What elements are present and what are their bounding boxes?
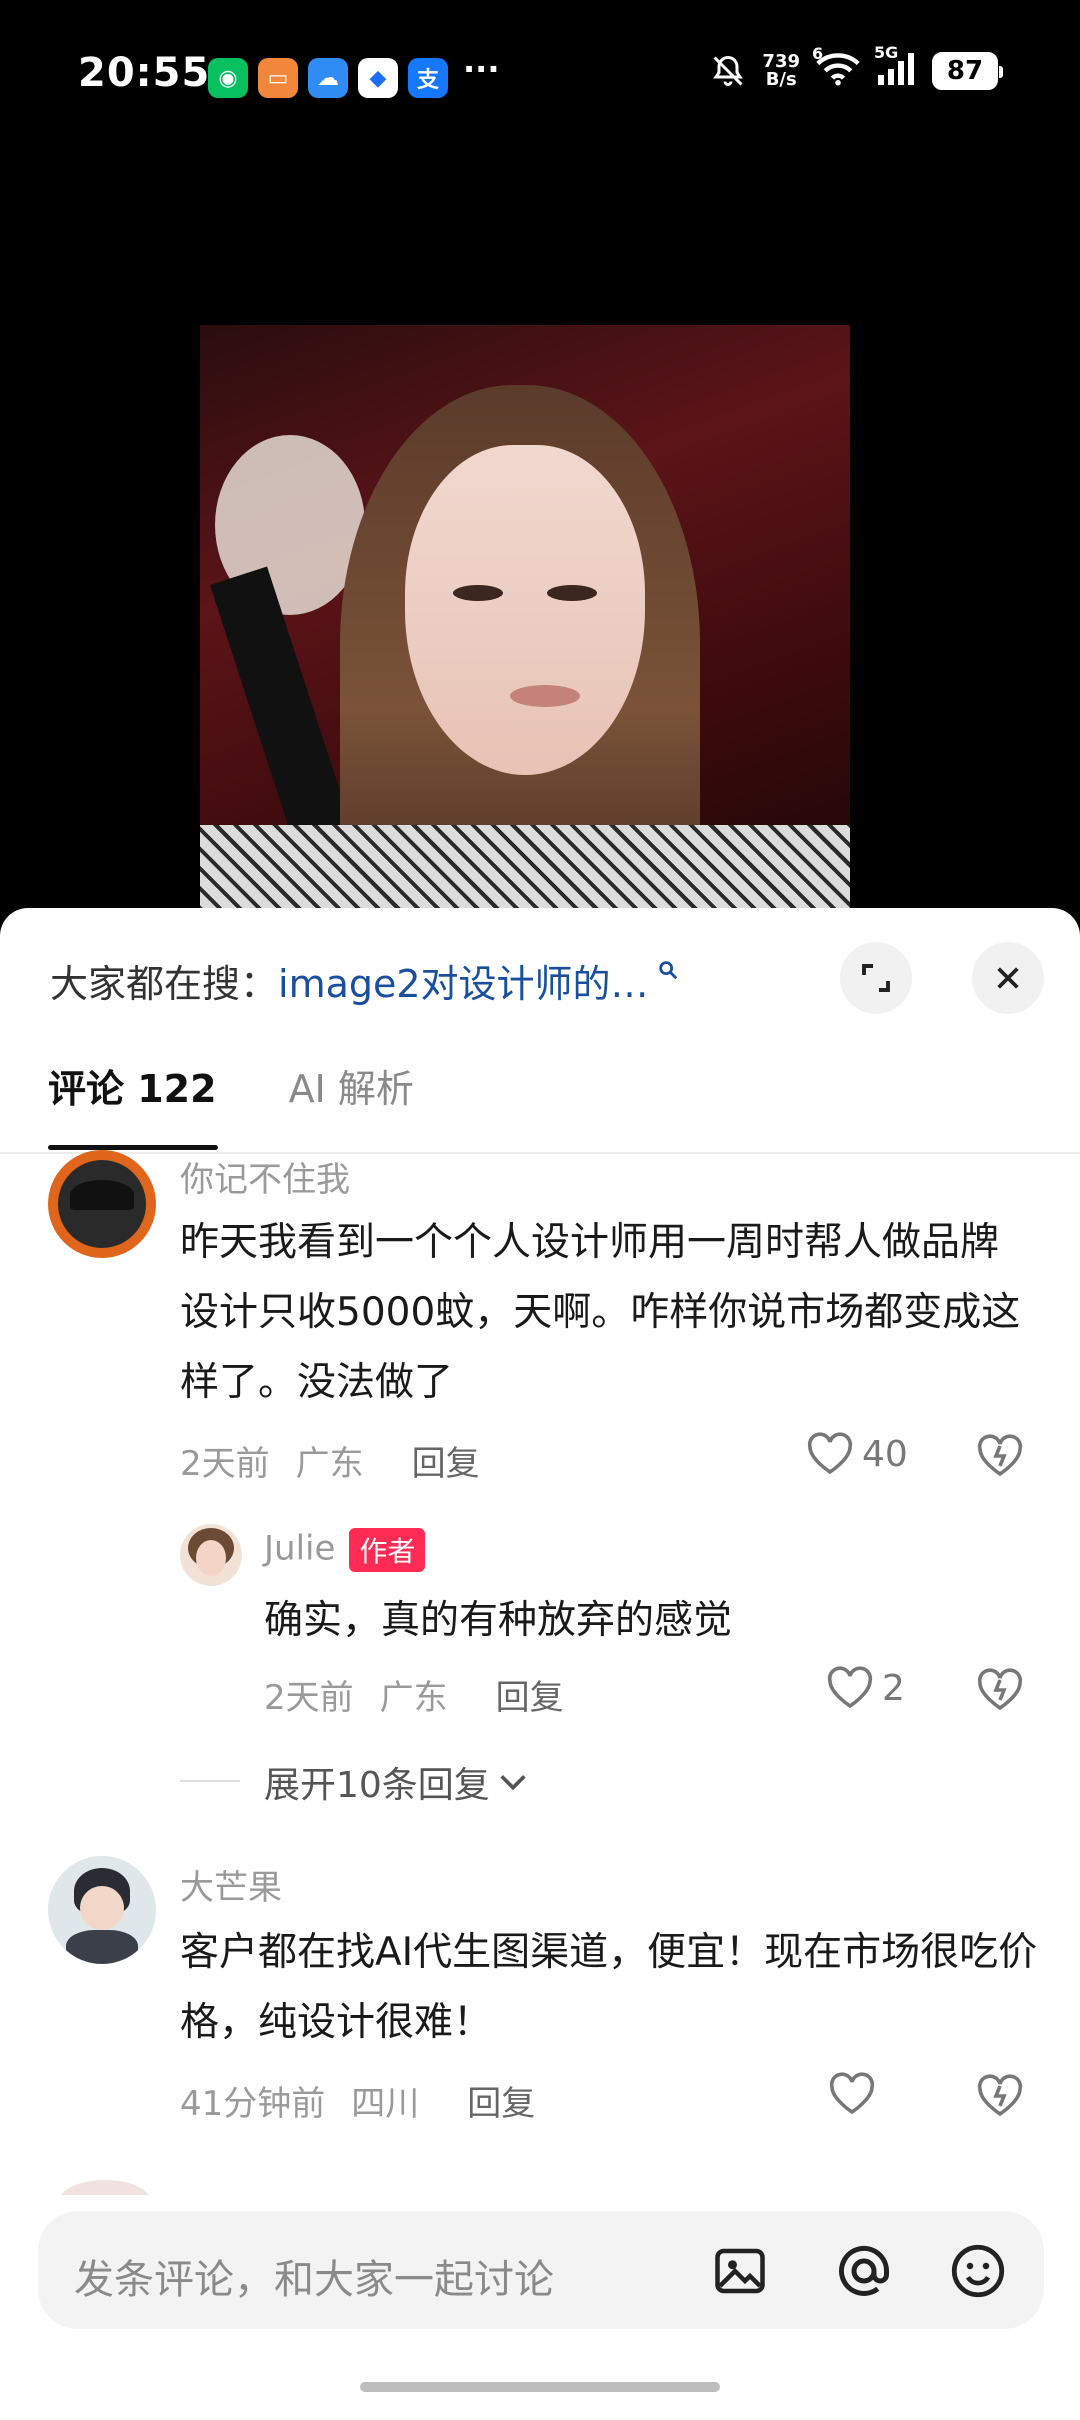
status-time: 20:55 [78,50,211,96]
network-speed: 739 B/s [762,51,800,90]
tab-comments[interactable]: 评论 122 [48,1058,217,1113]
author-badge: 作者 [349,1528,426,1572]
like-count: 40 [862,1433,908,1475]
dislike-button[interactable] [976,1668,1024,1716]
broken-heart-icon [977,2074,1023,2117]
avatar[interactable] [48,1856,156,1964]
comment-time: 41分钟前 [180,2084,326,2124]
comment-time: 2天前 [180,1444,270,1484]
comment-tabs: 评论 122 AI 解析 [48,1058,414,1113]
search-query-link[interactable]: image2对设计师的… [278,953,649,1008]
cellular-signal-icon: 5G [874,43,916,89]
alipay-icon: 支 [408,58,448,98]
heart-icon [807,1432,853,1475]
comment-location: 四川 [351,2084,420,2124]
comment-text: 确实，真的有种放弃的感觉 [264,1598,733,1643]
comment-text: 昨天我看到一个个人设计师用一周时帮人做品牌设计只收5000蚊，天啊。咋样你说市场… [180,1220,1021,1405]
battery-indicator: 87 [932,52,1003,90]
broken-heart-icon [977,1434,1023,1477]
comment-username[interactable]: 你记不住我 [180,1152,350,1201]
comment-meta: 41分钟前 四川 回复 [180,2076,535,2125]
mention-icon[interactable] [834,2241,894,2301]
expand-icon [862,964,890,992]
mute-bell-icon [713,55,744,86]
chevron-down-icon [500,1775,526,1791]
expand-button[interactable] [840,942,912,1014]
comment-time: 2天前 [264,1678,354,1718]
weather-icon: ☁ [308,58,348,98]
dislike-button[interactable] [976,2074,1024,2122]
close-button[interactable] [972,942,1044,1014]
divider [0,1152,1080,1154]
comment-input[interactable]: 发条评论，和大家一起讨论 [38,2211,1044,2329]
divider [180,1780,240,1782]
search-icon [658,961,677,980]
status-bar: 20:55 ◉ ▭ ☁ ◆ 支 ··· 739 B/s 6 5G 87 [0,0,1080,150]
like-count: 2 [882,1667,905,1709]
more-notifications-icon: ··· [463,50,500,88]
video-frame [200,325,850,910]
search-prefix: 大家都在搜： [50,961,279,1006]
person-face [405,445,645,775]
like-button[interactable]: 2 [826,1666,905,1710]
close-icon [997,967,1019,989]
avatar[interactable] [48,1150,156,1258]
comment-username[interactable]: Julie 作者 [264,1528,426,1572]
like-button[interactable]: 40 [806,1432,908,1476]
reply-button[interactable]: 回复 [467,2076,535,2125]
system-icons: 739 B/s 6 5G 87 [710,43,1003,90]
avatar[interactable] [180,1524,242,1586]
reply-button[interactable]: 回复 [496,1670,564,1719]
comment-meta: 2天前 广东 回复 [264,1670,564,1719]
wifi-icon: 6 [812,44,860,90]
expand-replies-button[interactable]: 展开10条回复 [264,1756,530,1808]
image-icon[interactable] [710,2241,770,2301]
trending-search[interactable]: 大家都在搜： image2对设计师的… [50,950,679,1010]
comment-sheet: 大家都在搜： image2对设计师的… 评论 122 AI 解析 [0,908,1080,2420]
comment-username[interactable]: 大芒果 [180,1860,282,1909]
video-player[interactable] [0,150,1080,910]
broken-heart-icon [977,1668,1023,1711]
messenger-icon: ◆ [358,58,398,98]
wallet-icon: ▭ [258,58,298,98]
comment-location: 广东 [379,1678,448,1718]
comment-meta: 2天前 广东 回复 [180,1436,480,1485]
comment-location: 广东 [295,1444,364,1484]
like-button[interactable] [828,2072,876,2116]
notification-app-icons: ◉ ▭ ☁ ◆ 支 [208,58,448,98]
comment-text: 客户都在找AI代生图渠道，便宜！现在市场很吃价格，纯设计很难！ [180,1930,1038,2045]
active-tab-indicator [48,1145,218,1150]
comment-input-placeholder: 发条评论，和大家一起讨论 [74,2257,554,2303]
heart-icon [827,1666,873,1709]
wechat-icon: ◉ [208,58,248,98]
dislike-button[interactable] [976,1434,1024,1482]
reply-button[interactable]: 回复 [412,1436,480,1485]
tab-ai-analysis[interactable]: AI 解析 [289,1058,414,1113]
heart-icon [829,2072,875,2115]
home-indicator[interactable] [360,2382,720,2392]
emoji-icon[interactable] [948,2241,1008,2301]
